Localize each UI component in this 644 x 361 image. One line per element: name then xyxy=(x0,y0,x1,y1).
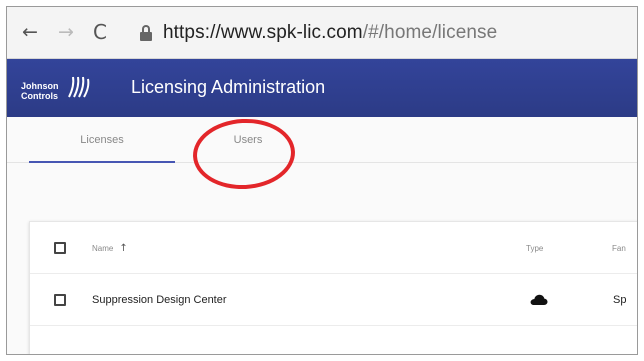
reload-icon[interactable]: C xyxy=(89,20,111,44)
tab-licenses[interactable]: Licenses xyxy=(29,117,175,163)
license-name: Suppression Design Center xyxy=(92,294,227,306)
url-host: https://www.spk-lic.com xyxy=(163,22,363,43)
logo-mark-icon xyxy=(68,76,90,98)
table-row[interactable]: Suppression Design Center Sp xyxy=(30,274,637,326)
johnson-controls-logo[interactable]: Johnson Controls xyxy=(21,69,101,107)
browser-toolbar: ← → C https://www.spk-lic.com/#/home/lic… xyxy=(7,7,637,59)
tab-bar: Licenses Users xyxy=(7,117,637,163)
cloud-icon xyxy=(530,294,548,305)
select-all-checkbox[interactable] xyxy=(54,242,66,254)
sort-ascending-icon[interactable]: ↑ xyxy=(119,243,127,254)
url-path: /#/home/license xyxy=(362,22,498,43)
browser-window: ← → C https://www.spk-lic.com/#/home/lic… xyxy=(6,6,638,355)
license-type xyxy=(530,274,548,326)
column-header-family[interactable]: Fan xyxy=(612,222,626,274)
logo-text: Johnson Controls xyxy=(21,81,59,101)
address-bar[interactable]: https://www.spk-lic.com/#/home/license xyxy=(127,15,637,51)
row-checkbox[interactable] xyxy=(54,294,66,306)
column-header-type[interactable]: Type xyxy=(526,222,543,274)
url-text: https://www.spk-lic.com/#/home/license xyxy=(163,22,497,44)
table-header-row: Name ↑ Type Fan xyxy=(30,222,637,274)
back-icon[interactable]: ← xyxy=(19,21,41,43)
logo-line1: Johnson xyxy=(21,81,59,91)
license-family: Sp xyxy=(613,294,627,306)
forward-icon[interactable]: → xyxy=(55,21,77,43)
app-title: Licensing Administration xyxy=(131,77,326,97)
active-tab-indicator xyxy=(29,161,175,163)
column-header-name[interactable]: Name ↑ xyxy=(92,222,128,274)
app-header: Johnson Controls Licensing Administratio… xyxy=(7,59,637,117)
logo-line2: Controls xyxy=(21,91,58,101)
licenses-table: Name ↑ Type Fan Suppression Design Cente… xyxy=(29,221,637,354)
lock-icon xyxy=(139,24,153,42)
column-header-name-label: Name xyxy=(92,243,114,253)
